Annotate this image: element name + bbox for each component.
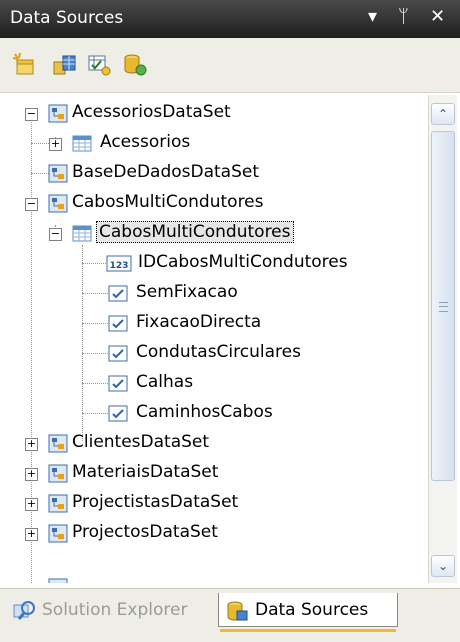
table-icon: [72, 134, 92, 153]
tab-label: Solution Explorer: [42, 600, 188, 620]
checkbox-field-icon: [108, 314, 128, 333]
tree-node-dataset[interactable]: + MateriaisDataSet: [10, 459, 410, 489]
dataset-icon: [48, 578, 68, 583]
window-position-dropdown-icon[interactable]: ▾: [368, 6, 377, 27]
tree-node-field[interactable]: FixacaoDirecta: [10, 309, 410, 339]
tree-node-dataset-clipped[interactable]: [10, 573, 410, 583]
tree-node-label: ProjectistasDataSet: [72, 492, 239, 512]
checkbox-field-icon: [108, 284, 128, 303]
tree-node-label: CondutasCirculares: [136, 342, 301, 362]
tree-node-label: Acessorios: [100, 132, 191, 152]
dataset-icon: [48, 524, 68, 543]
tab-label: Data Sources: [255, 600, 369, 620]
edit-dataset-designer-icon[interactable]: [52, 52, 78, 78]
refresh-icon[interactable]: [122, 52, 148, 78]
dataset-icon: [48, 164, 68, 183]
tree-node-dataset[interactable]: − AcessoriosDataSet: [10, 99, 410, 129]
tree-vertical-scrollbar[interactable]: ⌃ ⌄: [428, 95, 457, 583]
tree-node-dataset[interactable]: BaseDeDadosDataSet: [10, 159, 410, 189]
tree-node-label: ClientesDataSet: [72, 432, 210, 452]
solution-explorer-icon: [12, 599, 36, 626]
tree-node-label: BaseDeDadosDataSet: [72, 162, 260, 182]
scrollbar-thumb[interactable]: [431, 131, 455, 481]
data-sources-tree[interactable]: − AcessoriosDataSet + Acessorios BaseDeD…: [10, 95, 428, 583]
close-icon[interactable]: ✕: [430, 6, 445, 27]
tree-node-label: Calhas: [136, 372, 194, 392]
tree-node-label: IDCabosMultiCondutores: [138, 252, 348, 272]
dataset-icon: [48, 194, 68, 213]
tree-node-label: CabosMultiCondutores: [72, 192, 264, 212]
tree-node-label: CabosMultiCondutores: [96, 221, 294, 243]
data-sources-icon: [225, 599, 249, 628]
toolbar: [0, 38, 460, 93]
expand-icon[interactable]: +: [25, 468, 38, 481]
expand-icon[interactable]: +: [25, 438, 38, 451]
tree-node-field[interactable]: CaminhosCabos: [10, 399, 410, 429]
expand-icon[interactable]: +: [25, 528, 38, 541]
checkbox-field-icon: [108, 404, 128, 423]
tree-node-table[interactable]: + Acessorios: [10, 129, 410, 159]
tree-node-field[interactable]: SemFixacao: [10, 279, 410, 309]
active-tab-indicator: [220, 629, 396, 632]
scroll-up-button[interactable]: ⌃: [431, 103, 455, 125]
tree-node-field[interactable]: CondutasCirculares: [10, 339, 410, 369]
number-field-badge: 123: [110, 261, 129, 271]
tool-window-tabs: Solution Explorer Data Sources: [0, 588, 460, 642]
checkbox-field-icon: [108, 344, 128, 363]
number-field-icon: 123: [106, 254, 132, 273]
tab-solution-explorer[interactable]: Solution Explorer: [8, 593, 213, 627]
expand-icon[interactable]: +: [25, 498, 38, 511]
tree-node-field[interactable]: Calhas: [10, 369, 410, 399]
dataset-icon: [48, 434, 68, 453]
panel-title: Data Sources: [10, 8, 124, 28]
collapse-icon[interactable]: −: [49, 228, 62, 241]
collapse-icon[interactable]: −: [25, 108, 38, 121]
tree-node-table-selected[interactable]: − CabosMultiCondutores: [10, 219, 410, 249]
expand-icon[interactable]: +: [49, 138, 62, 151]
checkbox-field-icon: [108, 374, 128, 393]
panel-titlebar: Data Sources ▾ ᛘ ✕: [0, 0, 460, 38]
tree-node-label: ProjectosDataSet: [72, 522, 218, 542]
scrollbar-grip-icon: [439, 302, 448, 312]
tree-node-dataset[interactable]: + ProjectosDataSet: [10, 519, 410, 549]
dataset-icon: [48, 494, 68, 513]
tree-node-dataset[interactable]: + ClientesDataSet: [10, 429, 410, 459]
tree-node-label: FixacaoDirecta: [136, 312, 262, 332]
tab-data-sources[interactable]: Data Sources: [218, 593, 398, 627]
add-new-data-source-icon[interactable]: [12, 52, 38, 78]
tree-node-dataset[interactable]: − CabosMultiCondutores: [10, 189, 410, 219]
tree-node-label: AcessoriosDataSet: [72, 102, 231, 122]
tree-node-label: SemFixacao: [136, 282, 238, 302]
tree-node-dataset[interactable]: + ProjectistasDataSet: [10, 489, 410, 519]
table-icon: [72, 224, 92, 243]
scroll-down-button[interactable]: ⌄: [431, 555, 455, 577]
dataset-icon: [48, 104, 68, 123]
pin-icon[interactable]: ᛘ: [398, 6, 409, 27]
dataset-icon: [48, 464, 68, 483]
tree-node-label: MateriaisDataSet: [72, 462, 219, 482]
tree-node-field[interactable]: 123 IDCabosMultiCondutores: [10, 249, 410, 279]
tree-node-label: CaminhosCabos: [136, 402, 273, 422]
configure-dataset-icon[interactable]: [86, 52, 112, 78]
collapse-icon[interactable]: −: [25, 198, 38, 211]
